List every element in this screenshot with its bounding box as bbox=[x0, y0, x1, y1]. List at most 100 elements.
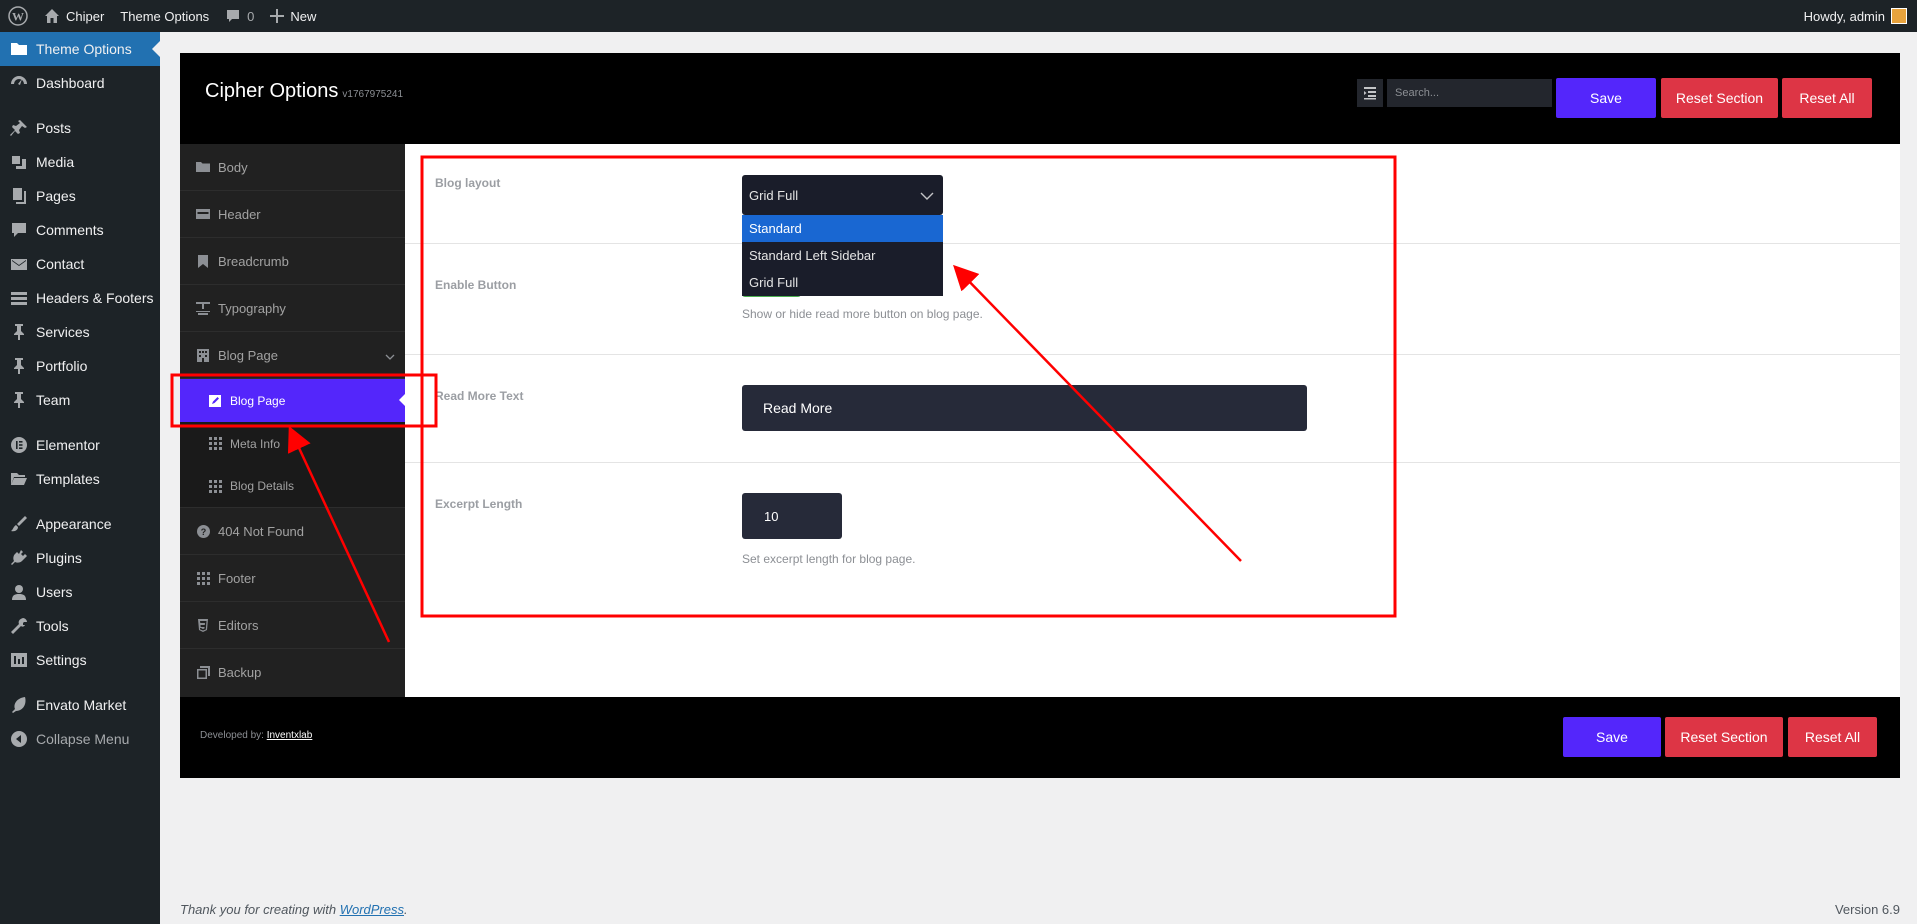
menu-item-plugins[interactable]: Plugins bbox=[0, 541, 160, 575]
developer-link[interactable]: Inventxlab bbox=[267, 730, 313, 741]
blog-layout-dropdown: Standard Standard Left Sidebar Grid Full bbox=[742, 215, 943, 296]
admin-bar: W Chiper Theme Options 0 New Howdy, admi… bbox=[0, 0, 1917, 32]
field-read-more-text: Read More Text Read More bbox=[405, 355, 1900, 463]
excerpt-length-input[interactable]: 10 bbox=[742, 493, 842, 539]
sidebar-sub-blog-page[interactable]: Blog Page bbox=[180, 379, 405, 422]
elementor-icon bbox=[9, 435, 29, 455]
dropdown-option-standard[interactable]: Standard bbox=[742, 215, 943, 242]
sidebar-item-label: Header bbox=[218, 206, 261, 222]
menu-item-contact[interactable]: Contact bbox=[0, 247, 160, 281]
blog-layout-select[interactable]: Grid Full bbox=[742, 175, 943, 215]
dropdown-option-standard-left-sidebar[interactable]: Standard Left Sidebar bbox=[742, 242, 943, 269]
comments-link[interactable]: 0 bbox=[217, 0, 262, 32]
grid-icon bbox=[196, 571, 210, 585]
reset-section-button[interactable]: Reset Section bbox=[1661, 78, 1778, 118]
edit-icon bbox=[208, 394, 222, 408]
panel-title-text: Cipher Options bbox=[205, 80, 339, 102]
menu-label: Media bbox=[36, 154, 75, 170]
theme-options-label: Theme Options bbox=[120, 8, 210, 24]
pages-icon bbox=[9, 186, 29, 206]
menu-item-pages[interactable]: Pages bbox=[0, 179, 160, 213]
sidebar-item-body[interactable]: Body bbox=[180, 144, 405, 191]
comment-icon bbox=[9, 220, 29, 240]
site-name-link[interactable]: Chiper bbox=[36, 0, 112, 32]
home-icon bbox=[44, 8, 60, 24]
sidebar-item-label: Body bbox=[218, 159, 248, 175]
footer-save-button[interactable]: Save bbox=[1563, 717, 1661, 757]
menu-label: Comments bbox=[36, 222, 104, 238]
folder-open-icon bbox=[9, 469, 29, 489]
sidebar-sub-label: Blog Details bbox=[230, 479, 295, 493]
pin-icon bbox=[9, 322, 29, 342]
backup-icon bbox=[196, 666, 210, 680]
menu-item-elementor[interactable]: Elementor bbox=[0, 428, 160, 462]
read-more-text-input[interactable]: Read More bbox=[742, 385, 1307, 431]
developed-by-label: Developed by: bbox=[200, 730, 264, 741]
sidebar-item-editors[interactable]: Editors bbox=[180, 602, 405, 649]
sidebar-item-header[interactable]: Header bbox=[180, 191, 405, 238]
menu-label: Services bbox=[36, 324, 90, 340]
menu-item-templates[interactable]: Templates bbox=[0, 462, 160, 496]
sidebar-item-backup[interactable]: Backup bbox=[180, 649, 405, 696]
menu-item-settings[interactable]: Settings bbox=[0, 643, 160, 677]
menu-item-media[interactable]: Media bbox=[0, 145, 160, 179]
menu-label: Templates bbox=[36, 471, 100, 487]
reset-all-button[interactable]: Reset All bbox=[1782, 78, 1872, 118]
footer-reset-section-button[interactable]: Reset Section bbox=[1665, 717, 1783, 757]
menu-item-portfolio[interactable]: Portfolio bbox=[0, 349, 160, 383]
menu-item-users[interactable]: Users bbox=[0, 575, 160, 609]
sidebar-item-typography[interactable]: Typography bbox=[180, 285, 405, 332]
expand-options-icon[interactable] bbox=[1357, 79, 1383, 107]
sidebar-sub-meta-info[interactable]: Meta Info bbox=[180, 422, 405, 465]
chevron-down-icon bbox=[385, 349, 395, 364]
typography-icon bbox=[196, 301, 210, 315]
sidebar-item-label: Editors bbox=[218, 617, 259, 633]
menu-label: Contact bbox=[36, 256, 85, 272]
menu-item-team[interactable]: Team bbox=[0, 383, 160, 417]
save-button[interactable]: Save bbox=[1556, 78, 1656, 118]
sidebar-item-footer[interactable]: Footer bbox=[180, 555, 405, 602]
field-description: Set excerpt length for blog page. bbox=[742, 552, 916, 566]
search-input[interactable] bbox=[1387, 79, 1552, 107]
my-account[interactable]: Howdy, admin bbox=[1804, 8, 1917, 24]
leaf-icon bbox=[9, 695, 29, 715]
sidebar-item-blog-page[interactable]: Blog Page bbox=[180, 332, 405, 379]
menu-label: Collapse Menu bbox=[36, 731, 130, 747]
version-label: v1767975241 bbox=[342, 89, 404, 100]
menu-item-comments[interactable]: Comments bbox=[0, 213, 160, 247]
wrench-icon bbox=[9, 616, 29, 636]
menu-item-tools[interactable]: Tools bbox=[0, 609, 160, 643]
menu-label: Tools bbox=[36, 618, 69, 634]
new-label: New bbox=[290, 8, 317, 24]
field-description: Show or hide read more button on blog pa… bbox=[742, 307, 983, 321]
sidebar-item-breadcrumb[interactable]: Breadcrumb bbox=[180, 238, 405, 285]
wordpress-link[interactable]: WordPress bbox=[340, 902, 404, 917]
dropdown-option-grid-full[interactable]: Grid Full bbox=[742, 269, 943, 296]
new-content-link[interactable]: New bbox=[262, 0, 324, 32]
sidebar-sub-blog-details[interactable]: Blog Details bbox=[180, 465, 405, 508]
theme-options-link[interactable]: Theme Options bbox=[112, 0, 217, 32]
sidebar-item-label: Footer bbox=[218, 570, 256, 586]
sidebar-item-404[interactable]: ? 404 Not Found bbox=[180, 508, 405, 555]
menu-label: Plugins bbox=[36, 550, 82, 566]
comment-icon bbox=[225, 8, 241, 24]
menu-item-services[interactable]: Services bbox=[0, 315, 160, 349]
menu-label: Pages bbox=[36, 188, 76, 204]
menu-item-collapse[interactable]: Collapse Menu bbox=[0, 722, 160, 756]
menu-label: Settings bbox=[36, 652, 87, 668]
bookmark-icon bbox=[196, 254, 210, 268]
wordpress-logo-icon[interactable]: W bbox=[0, 0, 36, 32]
svg-text:W: W bbox=[12, 10, 24, 24]
menu-item-posts[interactable]: Posts bbox=[0, 111, 160, 145]
menu-item-appearance[interactable]: Appearance bbox=[0, 507, 160, 541]
menu-item-headers-footers[interactable]: Headers & Footers bbox=[0, 281, 160, 315]
dashboard-icon bbox=[9, 73, 29, 93]
mail-icon bbox=[9, 254, 29, 274]
pin-icon bbox=[9, 118, 29, 138]
footer-reset-all-button[interactable]: Reset All bbox=[1788, 717, 1877, 757]
menu-label: Elementor bbox=[36, 437, 100, 453]
menu-item-theme-options[interactable]: Theme Options bbox=[0, 32, 160, 66]
building-icon bbox=[196, 348, 210, 362]
menu-item-dashboard[interactable]: Dashboard bbox=[0, 66, 160, 100]
menu-item-envato-market[interactable]: Envato Market bbox=[0, 688, 160, 722]
